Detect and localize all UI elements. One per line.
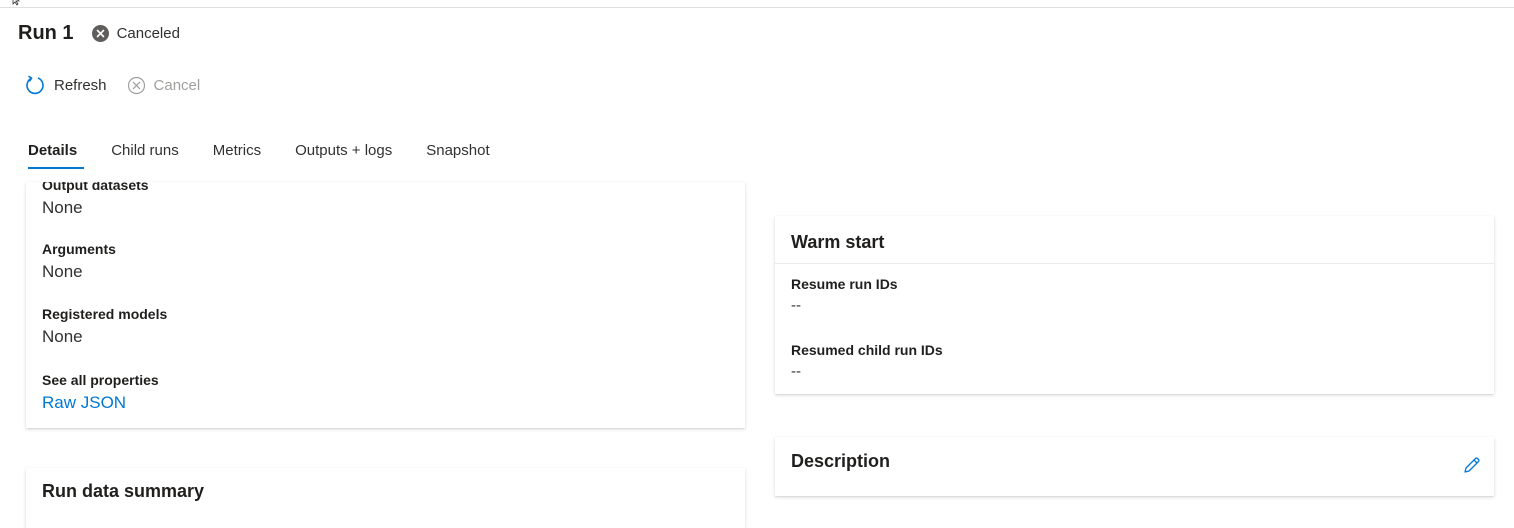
field-value: -- [791, 297, 801, 314]
cancel-circle-icon [127, 76, 146, 95]
cancel-button[interactable]: Cancel [127, 76, 201, 95]
tab-outputs-logs[interactable]: Outputs + logs [295, 142, 392, 169]
page-title: Run 1 [18, 22, 74, 44]
tab-child-runs[interactable]: Child runs [111, 142, 179, 169]
output-datasets-field: Output datasets None [42, 182, 149, 219]
raw-json-link[interactable]: Raw JSON [42, 392, 159, 414]
tab-metrics[interactable]: Metrics [213, 142, 261, 169]
card-title: Run data summary [42, 481, 205, 501]
pencil-edit-icon[interactable] [1462, 455, 1482, 480]
tab-details[interactable]: Details [28, 142, 85, 169]
resumed-child-run-ids-field: Resumed child run IDs -- [791, 341, 943, 383]
details-card: Output datasets None Arguments None Regi… [26, 182, 745, 428]
cancel-label: Cancel [153, 76, 201, 94]
toolbar: Refresh Cancel [24, 74, 220, 96]
card-divider [775, 263, 1494, 264]
field-value: None [42, 262, 83, 281]
status-badge: Canceled [91, 25, 180, 42]
see-all-properties-field: See all properties Raw JSON [42, 371, 159, 414]
run-header: Run 1 Canceled [18, 22, 180, 45]
card-title: Warm start [791, 232, 885, 252]
field-label: Arguments [42, 241, 116, 257]
status-text: Canceled [116, 25, 180, 42]
field-value: None [42, 327, 83, 346]
description-card: Description [775, 437, 1494, 496]
refresh-label: Refresh [54, 76, 107, 94]
arguments-field: Arguments None [42, 240, 116, 283]
tab-snapshot[interactable]: Snapshot [426, 142, 489, 169]
field-label: Resume run IDs [791, 276, 898, 292]
card-title: Description [791, 451, 891, 471]
refresh-icon [24, 74, 46, 96]
field-value: -- [791, 363, 801, 380]
resume-run-ids-field: Resume run IDs -- [791, 275, 898, 317]
field-label: Registered models [42, 306, 168, 322]
field-value: None [42, 198, 83, 217]
mouse-cursor-icon [12, 0, 21, 6]
field-label: Output datasets [42, 182, 149, 193]
field-label: Resumed child run IDs [791, 342, 943, 358]
canceled-circle-icon [91, 25, 109, 42]
registered-models-field: Registered models None [42, 305, 167, 348]
field-label: See all properties [42, 372, 159, 388]
tab-bar: Details Child runs Metrics Outputs + log… [28, 142, 524, 169]
refresh-button[interactable]: Refresh [24, 74, 107, 96]
warm-start-card: Warm start Resume run IDs -- Resumed chi… [775, 216, 1494, 394]
run-data-summary-card: Run data summary [26, 468, 745, 528]
top-divider [0, 7, 1514, 8]
